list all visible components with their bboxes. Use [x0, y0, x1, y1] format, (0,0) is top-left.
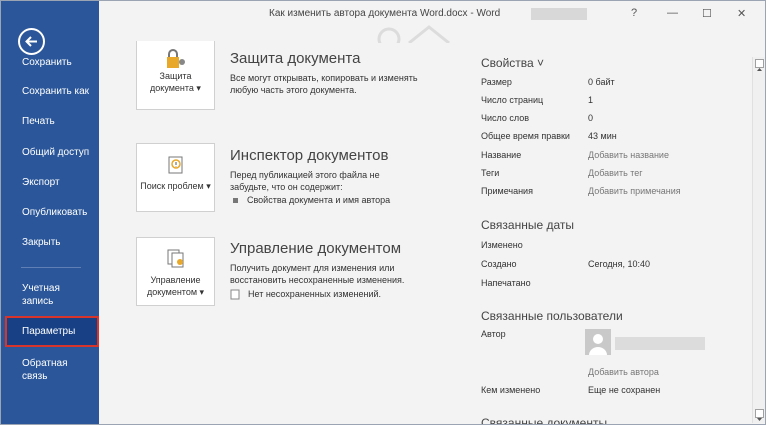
author-label: Автор	[481, 329, 506, 339]
prop-label: Размер	[481, 77, 512, 87]
add-author-link[interactable]: Добавить автора	[588, 367, 659, 377]
prop-label: Теги	[481, 168, 500, 178]
related-dates-header: Связанные даты	[481, 218, 574, 232]
add-tag-field[interactable]: Добавить тег	[588, 168, 643, 178]
prop-value: 0	[588, 113, 594, 123]
bullet-icon	[233, 198, 238, 204]
prop-value: 0 байт	[588, 77, 615, 87]
help-button[interactable]: ?	[631, 7, 637, 19]
arrow-left-icon	[25, 36, 37, 47]
add-title-field[interactable]: Добавить название	[588, 150, 669, 160]
window-title: Как изменить автора документа Word.docx …	[269, 8, 501, 19]
manage-description: Получить документ для изменения или восс…	[230, 263, 405, 285]
inspect-title: Инспектор документов	[230, 147, 389, 164]
prop-label: Число страниц	[481, 95, 544, 105]
user-name-blurred	[531, 8, 587, 20]
backstage-sidebar: Сохранить Сохранить как Печать Общий дос…	[1, 1, 99, 424]
nav-close[interactable]: Закрыть	[1, 236, 99, 249]
prop-label: Число слов	[481, 113, 530, 123]
protect-document-label: Защита документа ▾	[150, 71, 201, 93]
inspect-bullet-text: Свойства документа и имя автора	[247, 195, 391, 205]
modified-by-value: Еще не сохранен	[588, 385, 661, 395]
nav-share[interactable]: Общий доступ	[1, 146, 99, 159]
chevron-down-icon	[757, 418, 762, 421]
back-button[interactable]	[18, 28, 45, 55]
related-documents-header: Связанные документы	[481, 416, 608, 425]
nav-save-as[interactable]: Сохранить как	[1, 85, 99, 98]
date-label: Напечатано	[481, 278, 531, 288]
info-pane: Защита документа ▾ Защита документа Все …	[99, 41, 751, 425]
nav-export[interactable]: Экспорт	[1, 176, 99, 189]
manage-document-icon	[167, 249, 184, 268]
scroll-up-button[interactable]	[755, 59, 764, 71]
nav-account[interactable]: Учетная запись	[1, 282, 81, 308]
inspect-bullet-item: Свойства документа и имя автора	[230, 195, 390, 205]
date-value: Сегодня, 10:40	[588, 259, 651, 269]
prop-label: Примечания	[481, 186, 533, 196]
manage-note: Нет несохраненных изменений.	[230, 289, 381, 300]
manage-note-text: Нет несохраненных изменений.	[248, 289, 382, 299]
title-bar: Как изменить автора документа Word.docx …	[99, 1, 765, 43]
inspect-description: Перед публикацией этого файла не забудьт…	[230, 170, 380, 192]
check-issues-label: Поиск проблем ▾	[140, 181, 211, 191]
manage-title: Управление документом	[230, 240, 402, 257]
background-pattern-icon	[377, 25, 450, 43]
manage-document-label: Управление документом ▾	[146, 275, 205, 297]
chevron-up-icon	[757, 68, 762, 71]
lock-key-icon	[167, 49, 185, 68]
word-backstage-window: Сохранить Сохранить как Печать Общий дос…	[0, 0, 766, 425]
add-comments-field[interactable]: Добавить примечания	[588, 186, 681, 196]
avatar	[585, 329, 611, 355]
protect-document-button[interactable]: Защита документа ▾	[136, 41, 215, 110]
nav-options[interactable]: Параметры	[1, 325, 99, 338]
author-name-blurred	[615, 337, 705, 350]
modified-by-label: Кем изменено	[481, 385, 541, 395]
prop-label: Общее время правки	[481, 131, 570, 141]
document-icon	[230, 289, 240, 300]
date-label: Создано	[481, 259, 517, 269]
nav-publish[interactable]: Опубликовать	[1, 206, 99, 219]
date-label: Изменено	[481, 240, 523, 250]
nav-divider	[21, 267, 81, 268]
nav-save[interactable]: Сохранить	[1, 56, 99, 69]
prop-value: 1	[588, 95, 594, 105]
person-icon	[589, 334, 607, 355]
protect-title: Защита документа	[230, 50, 361, 67]
inspect-document-icon	[168, 156, 183, 174]
close-button[interactable]: ✕	[737, 7, 746, 20]
minimize-button[interactable]: —	[667, 7, 678, 19]
properties-header[interactable]: Свойства ˅	[481, 56, 544, 70]
prop-label: Название	[481, 150, 522, 160]
nav-feedback[interactable]: Обратная связь	[1, 357, 79, 383]
check-issues-button[interactable]: Поиск проблем ▾	[136, 143, 215, 212]
manage-document-button[interactable]: Управление документом ▾	[136, 237, 215, 306]
prop-value: 43 мин	[588, 131, 617, 141]
related-people-header: Связанные пользователи	[481, 309, 623, 323]
maximize-button[interactable]: ☐	[702, 7, 712, 20]
protect-description: Все могут открывать, копировать и изменя…	[230, 73, 418, 95]
scroll-down-button[interactable]	[755, 409, 764, 421]
nav-print[interactable]: Печать	[1, 115, 99, 128]
vertical-scrollbar[interactable]	[752, 57, 765, 423]
